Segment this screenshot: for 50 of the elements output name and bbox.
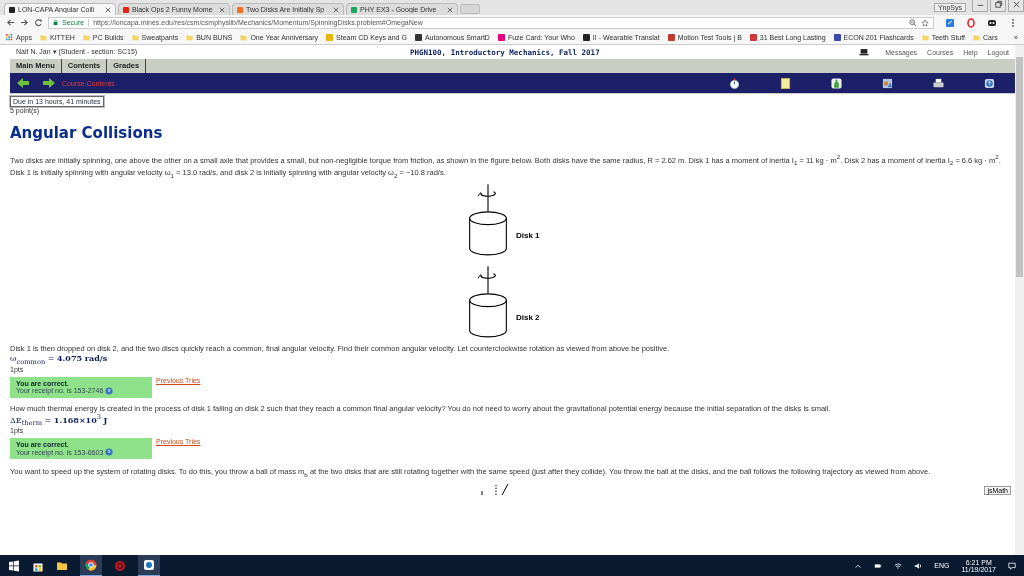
back-arrow-icon[interactable]	[16, 77, 30, 89]
lock-icon	[53, 19, 58, 26]
app-icon	[143, 558, 155, 571]
bottle-icon[interactable]	[831, 77, 842, 89]
browser-icon	[85, 558, 97, 571]
folder-icon	[131, 33, 139, 41]
notification-icon[interactable]	[1008, 561, 1016, 570]
ring-icon[interactable]	[966, 17, 976, 28]
picture-icon[interactable]	[882, 77, 893, 89]
printer-icon[interactable]	[933, 77, 944, 89]
close-icon[interactable]	[219, 6, 225, 13]
reload-icon[interactable]	[34, 18, 43, 27]
disk-label: Disk 2	[516, 312, 540, 322]
wifi-icon[interactable]	[894, 561, 903, 570]
scroll-thumb[interactable]	[1016, 57, 1023, 277]
forward-icon[interactable]	[20, 18, 29, 27]
close-icon[interactable]	[447, 6, 453, 13]
close-icon[interactable]	[105, 6, 111, 13]
zoom-icon[interactable]	[909, 18, 917, 27]
close-icon[interactable]	[333, 6, 339, 13]
taskbar-app[interactable]	[138, 554, 160, 576]
forward-arrow-icon[interactable]	[42, 77, 56, 89]
apps-grid-icon	[6, 33, 13, 41]
answer-value: ω$_{common}$ = 4.075 rad/s	[10, 353, 109, 366]
folder-icon	[39, 33, 47, 41]
speaker-icon[interactable]	[914, 561, 923, 570]
taskbar-app[interactable]	[80, 554, 102, 576]
close-icon	[1011, 0, 1021, 9]
star-icon[interactable]	[921, 18, 929, 27]
problem-title: Angular Collisions	[10, 124, 164, 142]
back-icon[interactable]	[6, 18, 15, 27]
folder-icon	[186, 33, 194, 41]
laptop-icon	[859, 48, 870, 56]
folder-icon	[240, 33, 248, 41]
folder-icon	[82, 33, 90, 41]
folder-icon	[973, 33, 980, 41]
notepad-icon[interactable]	[780, 77, 791, 89]
stopwatch-icon[interactable]	[729, 77, 740, 89]
game-icon[interactable]	[114, 559, 126, 572]
answer-value: ΔE$_{therm}$ = 1.168×10$^{3}$ J	[10, 413, 109, 428]
minimize-button[interactable]	[972, 0, 988, 12]
windows-start-icon[interactable]	[8, 559, 20, 572]
restore-icon	[993, 0, 1003, 9]
disk-label: Disk 1	[516, 230, 540, 240]
help-icon[interactable]	[984, 77, 995, 89]
folder-icon	[921, 33, 929, 41]
restore-button[interactable]	[990, 0, 1006, 12]
close-button[interactable]	[1008, 0, 1024, 12]
scrollbar[interactable]	[1015, 45, 1024, 555]
extension-icon[interactable]	[987, 17, 997, 28]
